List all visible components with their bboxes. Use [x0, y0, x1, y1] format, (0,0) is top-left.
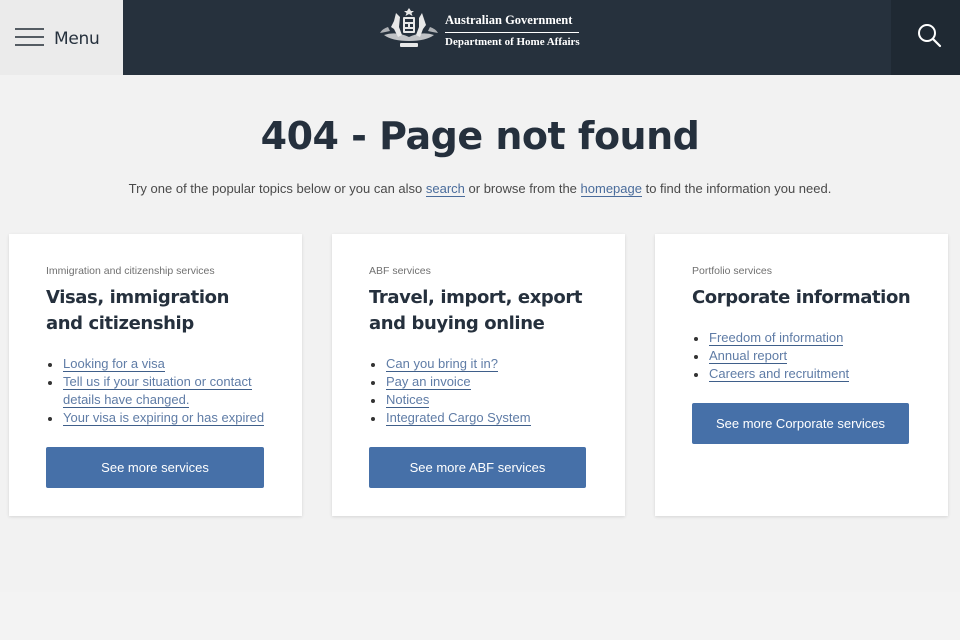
card-kicker: Immigration and citizenship services	[46, 265, 215, 277]
link-freedom-of-information[interactable]: Freedom of information	[709, 330, 844, 346]
list-item: Annual report	[692, 347, 922, 365]
page-title: 404 - Page not found	[260, 114, 700, 158]
see-more-services-button[interactable]: See more services	[46, 447, 264, 488]
footer-band	[0, 592, 960, 640]
list-item: Your visa is expiring or has expired	[46, 409, 276, 427]
card-abf: ABF services Travel, import, export and …	[332, 234, 625, 516]
menu-button[interactable]: Menu	[0, 0, 123, 75]
menu-label: Menu	[54, 29, 100, 49]
site-header: Menu Australian Government Department of…	[0, 0, 960, 75]
link-bring-it-in[interactable]: Can you bring it in?	[386, 356, 499, 372]
site-logo[interactable]: Australian Government Department of Home…	[376, 5, 586, 55]
see-more-corporate-button[interactable]: See more Corporate services	[692, 403, 909, 444]
card-kicker: Portfolio services	[692, 265, 772, 277]
card-corporate: Portfolio services Corporate information…	[655, 234, 948, 516]
homepage-link[interactable]: homepage	[580, 181, 642, 197]
list-item: Integrated Cargo System	[369, 409, 599, 427]
card-kicker: ABF services	[369, 265, 431, 277]
intro-text: Try one of the popular topics below or y…	[128, 181, 832, 197]
link-visa-expiring[interactable]: Your visa is expiring or has expired	[63, 410, 265, 426]
card-title: Corporate information	[692, 287, 911, 308]
card-link-list: Looking for a visa Tell us if your situa…	[46, 355, 276, 427]
search-link[interactable]: search	[425, 181, 465, 197]
list-item: Looking for a visa	[46, 355, 276, 373]
logo-line-government: Australian Government	[445, 13, 579, 33]
card-title: Visas, immigration and citizenship	[46, 287, 229, 334]
link-careers[interactable]: Careers and recruitment	[709, 366, 850, 382]
search-icon	[918, 24, 942, 48]
search-button[interactable]	[891, 0, 960, 75]
card-immigration: Immigration and citizenship services Vis…	[9, 234, 302, 516]
list-item: Careers and recruitment	[692, 365, 922, 383]
card-link-list: Freedom of information Annual report Car…	[692, 329, 922, 383]
link-notices[interactable]: Notices	[386, 392, 430, 408]
link-integrated-cargo[interactable]: Integrated Cargo System	[386, 410, 531, 426]
link-pay-invoice[interactable]: Pay an invoice	[386, 374, 471, 390]
logo-line-department: Department of Home Affairs	[445, 35, 580, 48]
list-item: Notices	[369, 391, 599, 409]
card-title: Travel, import, export and buying online	[369, 287, 583, 334]
list-item: Pay an invoice	[369, 373, 599, 391]
link-situation-changed[interactable]: Tell us if your situation or contact det…	[63, 374, 252, 408]
list-item: Can you bring it in?	[369, 355, 599, 373]
link-looking-for-visa[interactable]: Looking for a visa	[63, 356, 165, 372]
hamburger-icon	[15, 28, 44, 47]
list-item: Freedom of information	[692, 329, 922, 347]
card-link-list: Can you bring it in? Pay an invoice Noti…	[369, 355, 599, 427]
link-annual-report[interactable]: Annual report	[709, 348, 788, 364]
list-item: Tell us if your situation or contact det…	[46, 373, 276, 409]
coat-of-arms-icon	[380, 8, 438, 47]
see-more-abf-button[interactable]: See more ABF services	[369, 447, 586, 488]
